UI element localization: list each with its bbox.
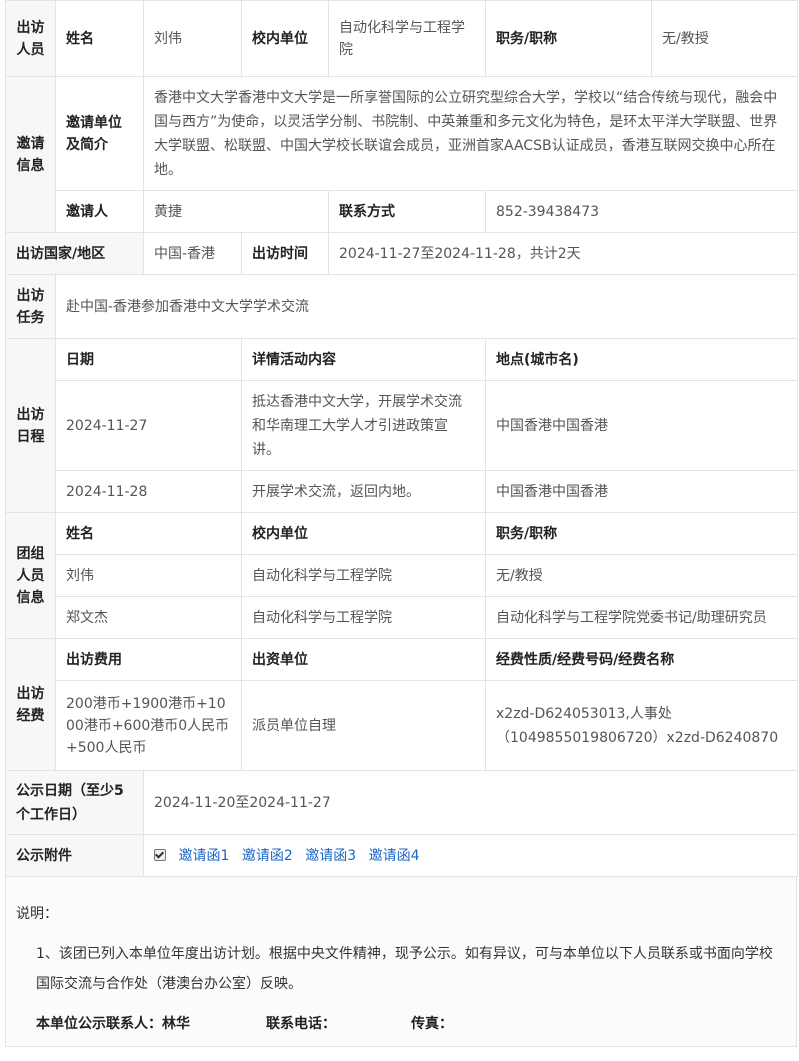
group-name-header: 姓名: [55, 512, 242, 555]
funding-payer: 派员单位自理: [241, 680, 486, 771]
org-label: 邀请单位及简介: [55, 76, 144, 191]
section-group: 团组人员信息: [5, 512, 56, 639]
visitor-unit: 自动化科学与工程学院: [328, 0, 486, 77]
notes-item: 1、该团已列入本单位年度出访计划。根据中央文件精神，现予公示。如有异议，可与本单…: [36, 946, 773, 992]
funding-cost-header: 出访费用: [55, 638, 242, 681]
funding-row: 200港币+1900港币+1000港币+600港币0人民币+500人民币 派员单…: [6, 680, 798, 771]
time-value: 2024-11-27至2024-11-28，共计2天: [328, 232, 798, 275]
member-title: 无/教授: [485, 554, 798, 597]
publicity-date: 2024-11-20至2024-11-27: [143, 770, 798, 835]
funding-header-row: 出访经费 出访费用 出资单位 经费性质/经费号码/经费名称: [5, 638, 798, 771]
member-unit: 自动化科学与工程学院: [241, 554, 486, 597]
attachments-row: 公示附件 邀请函1 邀请函2 邀请函3 邀请函4: [5, 834, 798, 877]
inviter-label: 邀请人: [55, 190, 144, 233]
section-visitors: 出访人员: [5, 0, 56, 77]
org-description: 香港中文大学香港中文大学是一所享誉国际的公立研究型综合大学，学校以“结合传统与现…: [143, 76, 798, 191]
schedule-date: 2024-11-28: [55, 470, 242, 513]
group-unit-header: 校内单位: [241, 512, 486, 555]
title-label: 职务/职称: [485, 0, 652, 77]
checkbox-icon[interactable]: [154, 848, 166, 861]
section-schedule: 出访日程: [5, 338, 56, 513]
notes-panel: 说明： 1、该团已列入本单位年度出访计划。根据中央文件精神，现予公示。如有异议，…: [5, 877, 797, 1047]
schedule-detail: 抵达香港中文大学，开展学术交流和华南理工大学人才引进政策宣讲。: [241, 380, 486, 471]
section-task: 出访任务: [5, 274, 56, 339]
group-title-header: 职务/职称: [485, 512, 798, 555]
contact-fax-label: 传真：: [411, 1016, 453, 1032]
group-member-row: 刘伟 自动化科学与工程学院 无/教授: [6, 554, 798, 597]
attachment-link[interactable]: 邀请函3: [305, 848, 356, 864]
member-title: 自动化科学与工程学院党委书记/助理研究员: [485, 596, 798, 639]
schedule-detail-header: 详情活动内容: [241, 338, 486, 381]
member-name: 刘伟: [55, 554, 242, 597]
funding-payer-header: 出资单位: [241, 638, 486, 681]
outbound-visit-notice: 出访人员 姓名 刘伟 校内单位 自动化科学与工程学院 职务/职称 无/教授 邀请…: [5, 0, 798, 1047]
attachment-link[interactable]: 邀请函4: [369, 848, 420, 864]
inviter-name: 黄捷: [143, 190, 329, 233]
visitor-name: 刘伟: [143, 0, 242, 77]
group-member-row: 郑文杰 自动化科学与工程学院 自动化科学与工程学院党委书记/助理研究员: [6, 596, 798, 639]
attachment-list: 邀请函1 邀请函2 邀请函3 邀请函4: [143, 834, 798, 877]
contact-value: 852-39438473: [485, 190, 798, 233]
member-name: 郑文杰: [55, 596, 242, 639]
notes-contact: 本单位公示联系人：林华 联系电话： 传真：: [16, 1009, 786, 1039]
time-label: 出访时间: [241, 232, 329, 275]
group-header-row: 团组人员信息 姓名 校内单位 职务/职称: [5, 512, 798, 639]
funding-cost: 200港币+1900港币+1000港币+600港币0人民币+500人民币: [55, 680, 242, 771]
schedule-date-header: 日期: [55, 338, 242, 381]
contact-person: 本单位公示联系人：林华: [36, 1016, 190, 1032]
attachment-link[interactable]: 邀请函2: [242, 848, 293, 864]
schedule-place: 中国香港中国香港: [485, 380, 798, 471]
member-unit: 自动化科学与工程学院: [241, 596, 486, 639]
schedule-row: 2024-11-28 开展学术交流，返回内地。 中国香港中国香港: [6, 470, 798, 513]
publicity-date-row: 公示日期（至少5个工作日） 2024-11-20至2024-11-27: [5, 770, 798, 835]
section-funding: 出访经费: [5, 638, 56, 771]
task-text: 赴中国-香港参加香港中文大学学术交流: [55, 274, 798, 339]
inviter-row: 邀请人 黄捷 联系方式 852-39438473: [6, 190, 798, 233]
notes-heading: 说明：: [16, 906, 58, 922]
publicity-date-label: 公示日期（至少5个工作日）: [5, 770, 144, 835]
schedule-detail: 开展学术交流，返回内地。: [241, 470, 486, 513]
schedule-date: 2024-11-27: [55, 380, 242, 471]
country-label: 出访国家/地区: [5, 232, 144, 275]
section-invitation: 邀请信息: [5, 76, 56, 233]
schedule-row: 2024-11-27 抵达香港中文大学，开展学术交流和华南理工大学人才引进政策宣…: [6, 380, 798, 471]
invitation-org-row: 邀请信息 邀请单位及简介 香港中文大学香港中文大学是一所享誉国际的公立研究型综合…: [5, 76, 798, 233]
funding-nature-header: 经费性质/经费号码/经费名称: [485, 638, 798, 681]
contact-label: 联系方式: [328, 190, 486, 233]
visitor-title: 无/教授: [651, 0, 798, 77]
attachments-label: 公示附件: [5, 834, 144, 877]
contact-phone-label: 联系电话：: [266, 1016, 336, 1032]
schedule-header-row: 出访日程 日期 详情活动内容 地点(城市名): [5, 338, 798, 513]
funding-nature: x2zd-D624053013,人事处（1049855019806720）x2z…: [485, 680, 798, 771]
schedule-place-header: 地点(城市名): [485, 338, 798, 381]
country-value: 中国-香港: [143, 232, 242, 275]
attachment-link[interactable]: 邀请函1: [178, 848, 229, 864]
name-label: 姓名: [55, 0, 144, 77]
destination-row: 出访国家/地区 中国-香港 出访时间 2024-11-27至2024-11-28…: [5, 232, 798, 275]
visit-info-table: 出访人员 姓名 刘伟 校内单位 自动化科学与工程学院 职务/职称 无/教授 邀请…: [5, 0, 798, 877]
task-row: 出访任务 赴中国-香港参加香港中文大学学术交流: [5, 274, 798, 339]
visitor-row: 出访人员 姓名 刘伟 校内单位 自动化科学与工程学院 职务/职称 无/教授: [5, 0, 798, 77]
schedule-place: 中国香港中国香港: [485, 470, 798, 513]
unit-label: 校内单位: [241, 0, 329, 77]
